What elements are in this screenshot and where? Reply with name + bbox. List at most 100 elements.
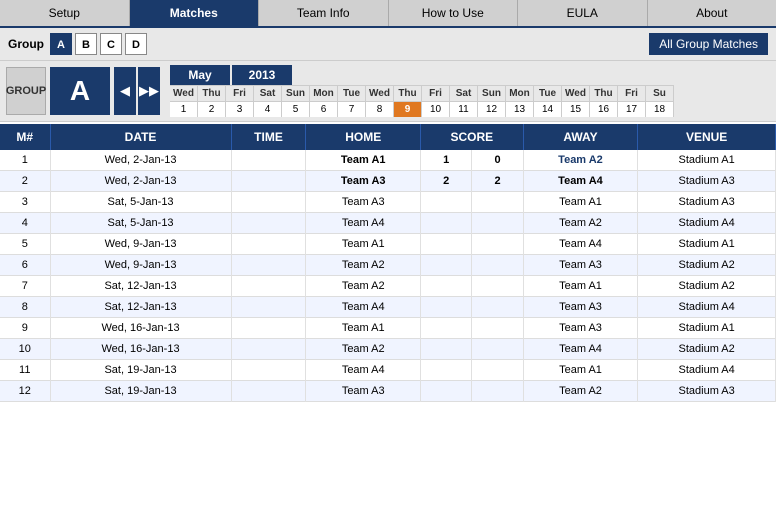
cell-score-home xyxy=(421,213,472,234)
cal-day-header: Wed xyxy=(366,85,394,101)
cell-score-home xyxy=(421,192,472,213)
cell-score-away xyxy=(472,360,523,381)
cal-day-num[interactable]: 18 xyxy=(646,101,674,117)
cal-day-header: Sun xyxy=(282,85,310,101)
cell-venue: Stadium A1 xyxy=(638,318,776,339)
cell-date: Sat, 5-Jan-13 xyxy=(50,192,231,213)
cell-date: Sat, 12-Jan-13 xyxy=(50,297,231,318)
cal-day-num[interactable]: 13 xyxy=(506,101,534,117)
cell-score-away: 2 xyxy=(472,171,523,192)
group-btn-d[interactable]: D xyxy=(125,33,147,55)
cell-match-num: 7 xyxy=(0,276,50,297)
table-row: 9 Wed, 16-Jan-13 Team A1 Team A3 Stadium… xyxy=(0,318,776,339)
cell-home: Team A1 xyxy=(306,150,421,171)
cell-score-away xyxy=(472,255,523,276)
col-score: SCORE xyxy=(421,124,524,150)
table-row: 8 Sat, 12-Jan-13 Team A4 Team A3 Stadium… xyxy=(0,297,776,318)
table-row: 3 Sat, 5-Jan-13 Team A3 Team A1 Stadium … xyxy=(0,192,776,213)
group-btn-a[interactable]: A xyxy=(50,33,72,55)
cell-date: Sat, 19-Jan-13 xyxy=(50,360,231,381)
cell-home: Team A2 xyxy=(306,255,421,276)
cal-day-num[interactable]: 7 xyxy=(338,101,366,117)
cell-home: Team A3 xyxy=(306,381,421,402)
cell-time xyxy=(231,255,306,276)
cell-date: Wed, 2-Jan-13 xyxy=(50,171,231,192)
cal-day-header: Thu xyxy=(394,85,422,101)
cal-month-row: May 2013 xyxy=(170,65,770,85)
col-time: TIME xyxy=(231,124,306,150)
cell-venue: Stadium A2 xyxy=(638,339,776,360)
cal-day-num[interactable]: 9 xyxy=(394,101,422,117)
cell-score-away xyxy=(472,318,523,339)
cell-away: Team A4 xyxy=(523,234,638,255)
cell-venue: Stadium A3 xyxy=(638,381,776,402)
col-away: AWAY xyxy=(523,124,638,150)
cal-day-num[interactable]: 15 xyxy=(562,101,590,117)
cal-day-num[interactable]: 3 xyxy=(226,101,254,117)
cell-home: Team A3 xyxy=(306,171,421,192)
calendar-container: May 2013 WedThuFriSatSunMonTueWedThuFriS… xyxy=(170,65,770,117)
cell-away: Team A4 xyxy=(523,339,638,360)
cell-away: Team A3 xyxy=(523,255,638,276)
tab-how-to-use[interactable]: How to Use xyxy=(389,0,519,26)
cell-away: Team A2 xyxy=(523,381,638,402)
cal-day-num[interactable]: 14 xyxy=(534,101,562,117)
tab-about[interactable]: About xyxy=(648,0,776,26)
cell-home: Team A3 xyxy=(306,192,421,213)
cell-score-away xyxy=(472,276,523,297)
cell-home: Team A4 xyxy=(306,213,421,234)
all-group-matches-button[interactable]: All Group Matches xyxy=(649,33,768,55)
table-row: 11 Sat, 19-Jan-13 Team A4 Team A1 Stadiu… xyxy=(0,360,776,381)
cell-venue: Stadium A1 xyxy=(638,234,776,255)
cell-match-num: 5 xyxy=(0,234,50,255)
cell-score-home xyxy=(421,360,472,381)
matches-table: M# DATE TIME HOME SCORE AWAY VENUE 1 Wed… xyxy=(0,124,776,402)
cell-match-num: 2 xyxy=(0,171,50,192)
table-row: 12 Sat, 19-Jan-13 Team A3 Team A2 Stadiu… xyxy=(0,381,776,402)
cal-day-num[interactable]: 11 xyxy=(450,101,478,117)
cell-home: Team A2 xyxy=(306,276,421,297)
cell-date: Sat, 19-Jan-13 xyxy=(50,381,231,402)
cell-score-away xyxy=(472,381,523,402)
cal-day-num[interactable]: 5 xyxy=(282,101,310,117)
table-row: 6 Wed, 9-Jan-13 Team A2 Team A3 Stadium … xyxy=(0,255,776,276)
prev-arrow[interactable]: ◀ xyxy=(114,67,136,115)
cell-away: Team A2 xyxy=(523,213,638,234)
table-row: 7 Sat, 12-Jan-13 Team A2 Team A1 Stadium… xyxy=(0,276,776,297)
cal-day-nums: 123456789101112131415161718 xyxy=(170,101,770,117)
next-arrow[interactable]: ▶▶ xyxy=(138,67,160,115)
table-header-row: M# DATE TIME HOME SCORE AWAY VENUE xyxy=(0,124,776,150)
cal-day-header: Mon xyxy=(310,85,338,101)
cell-match-num: 3 xyxy=(0,192,50,213)
tab-eula[interactable]: EULA xyxy=(518,0,648,26)
group-btn-b[interactable]: B xyxy=(75,33,97,55)
tab-team-info[interactable]: Team Info xyxy=(259,0,389,26)
cell-match-num: 10 xyxy=(0,339,50,360)
cell-away: Team A3 xyxy=(523,318,638,339)
cal-day-num[interactable]: 2 xyxy=(198,101,226,117)
cell-home: Team A2 xyxy=(306,339,421,360)
cal-day-num[interactable]: 1 xyxy=(170,101,198,117)
cal-day-num[interactable]: 6 xyxy=(310,101,338,117)
cell-score-home xyxy=(421,381,472,402)
cell-home: Team A4 xyxy=(306,360,421,381)
cell-date: Wed, 16-Jan-13 xyxy=(50,318,231,339)
cell-score-away xyxy=(472,234,523,255)
cal-day-num[interactable]: 10 xyxy=(422,101,450,117)
cell-time xyxy=(231,171,306,192)
matches-tbody: 1 Wed, 2-Jan-13 Team A1 1 0 Team A2 Stad… xyxy=(0,150,776,402)
cell-venue: Stadium A3 xyxy=(638,171,776,192)
group-btn-c[interactable]: C xyxy=(100,33,122,55)
cal-day-num[interactable]: 8 xyxy=(366,101,394,117)
cal-day-num[interactable]: 4 xyxy=(254,101,282,117)
cell-match-num: 8 xyxy=(0,297,50,318)
cal-day-num[interactable]: 17 xyxy=(618,101,646,117)
cal-day-num[interactable]: 16 xyxy=(590,101,618,117)
tab-setup[interactable]: Setup xyxy=(0,0,130,26)
cell-time xyxy=(231,318,306,339)
tab-matches[interactable]: Matches xyxy=(130,0,260,26)
cal-day-header: Sat xyxy=(254,85,282,101)
cell-venue: Stadium A4 xyxy=(638,297,776,318)
cal-day-num[interactable]: 12 xyxy=(478,101,506,117)
cal-day-header: Fri xyxy=(226,85,254,101)
